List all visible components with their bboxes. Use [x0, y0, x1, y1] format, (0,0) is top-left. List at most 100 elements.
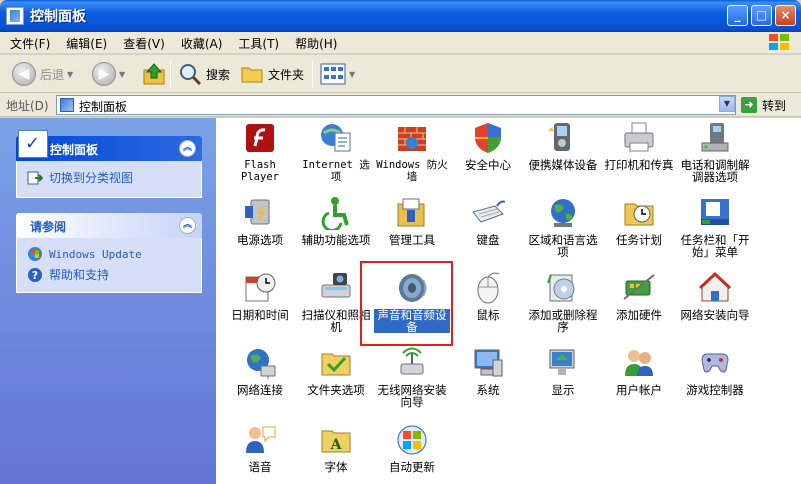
- power-icon: [243, 196, 277, 230]
- control-panel-item[interactable]: 用户帐户: [601, 346, 677, 396]
- menu-favorites[interactable]: 收藏(A): [171, 32, 229, 52]
- address-dropdown-icon[interactable]: ▼: [719, 96, 735, 112]
- control-panel-item[interactable]: Internet 选项: [298, 121, 374, 183]
- menu-view[interactable]: 查看(V): [113, 32, 171, 52]
- item-label: 键盘: [476, 233, 500, 247]
- folder-icon: [241, 67, 263, 83]
- back-dropdown-icon[interactable]: ▼: [67, 70, 73, 79]
- control-panel-item[interactable]: 游戏控制器: [677, 346, 753, 396]
- menu-edit[interactable]: 编辑(E): [56, 32, 113, 52]
- views-button[interactable]: ▼: [320, 60, 355, 88]
- phone-modem-icon: [698, 121, 732, 155]
- control-panel-item[interactable]: 安全中心: [450, 121, 526, 171]
- control-panel-item[interactable]: 添加或删除程序: [525, 271, 601, 333]
- item-label: 无线网络安装向导: [377, 383, 447, 409]
- mouse-icon: [471, 271, 505, 305]
- forward-dropdown-icon[interactable]: ▼: [119, 70, 125, 79]
- control-panel-item[interactable]: 打印机和传真: [601, 121, 677, 171]
- go-button[interactable]: ➜ 转到: [741, 96, 786, 114]
- svg-text:?: ?: [32, 269, 38, 282]
- menu-bar: 文件(F) 编辑(E) 查看(V) 收藏(A) 工具(T) 帮助(H): [0, 32, 801, 54]
- control-panel-item[interactable]: 任务计划: [601, 196, 677, 246]
- task-pane: 控制面板 ︽ 切换到分类视图 请参阅 ︽: [0, 118, 216, 484]
- control-panel-item[interactable]: 添加硬件: [601, 271, 677, 321]
- views-dropdown-icon[interactable]: ▼: [349, 70, 355, 79]
- accessibility-icon: [319, 196, 353, 232]
- control-panel-item[interactable]: 区域和语言选项: [525, 196, 601, 258]
- panel-title: 控制面板: [50, 143, 99, 157]
- search-label: 搜索: [206, 67, 231, 82]
- maximize-button[interactable]: □: [751, 5, 772, 26]
- control-panel-item[interactable]: 自动更新: [374, 423, 450, 473]
- collapse-icon[interactable]: ︽: [179, 140, 196, 157]
- item-label: 自动更新: [389, 460, 435, 474]
- control-panel-item[interactable]: 电源选项: [222, 196, 298, 246]
- add-hardware-icon: [622, 271, 656, 305]
- taskbar-icon: [698, 196, 732, 230]
- control-panel-item[interactable]: 键盘: [450, 196, 526, 246]
- speech-icon: [243, 423, 277, 457]
- control-panel-item[interactable]: 鼠标: [450, 271, 526, 321]
- panel-header[interactable]: 请参阅 ︽: [16, 213, 202, 238]
- clock-icon: [243, 271, 277, 305]
- collapse-icon[interactable]: ︽: [179, 217, 196, 234]
- item-label: 区域和语言选项: [528, 233, 598, 259]
- control-panel-item[interactable]: A 字体: [298, 423, 374, 473]
- item-label: 游戏控制器: [686, 383, 744, 397]
- panel-header[interactable]: 控制面板 ︽: [16, 130, 202, 161]
- control-panel-item[interactable]: Flash Player: [222, 121, 298, 183]
- control-panel-item[interactable]: 日期和时间: [222, 271, 298, 321]
- control-panel-item[interactable]: 电话和调制解调器选项: [677, 121, 753, 183]
- control-panel-item[interactable]: 网络连接: [222, 346, 298, 396]
- item-label: 便携媒体设备: [528, 158, 598, 172]
- minimize-button[interactable]: _: [727, 5, 748, 26]
- flash-icon: [243, 121, 277, 155]
- svg-text:A: A: [330, 437, 343, 453]
- keyboard-icon: [471, 196, 506, 230]
- add-remove-icon: [546, 271, 580, 305]
- control-panel-item[interactable]: 语音: [222, 423, 298, 473]
- item-label: 用户帐户: [616, 383, 662, 397]
- control-panel-item[interactable]: 便携媒体设备: [525, 121, 601, 171]
- control-panel-item[interactable]: 辅助功能选项: [298, 196, 374, 246]
- menu-help[interactable]: 帮助(H): [285, 32, 343, 52]
- control-panel-item[interactable]: 任务栏和「开始」菜单: [677, 196, 753, 258]
- item-label: 电源选项: [237, 233, 283, 247]
- control-panel-item[interactable]: Windows 防火墙: [374, 121, 450, 183]
- panel-title: 请参阅: [30, 220, 67, 234]
- control-panel-item[interactable]: 网络安装向导: [677, 271, 753, 321]
- scanner-icon: [319, 271, 353, 305]
- windows-update-link[interactable]: Windows Update: [27, 246, 191, 262]
- menu-tools[interactable]: 工具(T): [228, 32, 285, 52]
- printer-icon: [622, 121, 656, 155]
- search-button[interactable]: 搜索: [178, 60, 230, 88]
- control-panel-item[interactable]: 显示: [525, 346, 601, 396]
- control-panel-item[interactable]: 系统: [450, 346, 526, 396]
- control-panel-item[interactable]: 文件夹选项: [298, 346, 374, 396]
- firewall-icon: [395, 121, 429, 155]
- menu-file[interactable]: 文件(F): [0, 32, 56, 52]
- close-button[interactable]: ×: [775, 5, 796, 26]
- toolbar: ◀ 后退 ▼ ▶ ▼ 搜索 文件夹 ▼: [0, 55, 801, 93]
- media-device-icon: [546, 121, 580, 155]
- address-input[interactable]: 控制面板: [56, 95, 736, 115]
- control-panel-icon: [6, 7, 24, 25]
- internet-options-icon: [319, 121, 353, 155]
- help-support-link[interactable]: ? 帮助和支持: [27, 266, 191, 283]
- windows-update-icon: [395, 423, 429, 457]
- switch-category-view-link[interactable]: 切换到分类视图: [27, 169, 191, 186]
- help-icon: ?: [28, 267, 42, 282]
- gamepad-icon: [698, 346, 732, 380]
- item-label: 网络连接: [237, 383, 283, 397]
- annotation-highlight-box: [360, 261, 453, 346]
- control-panel-item[interactable]: 管理工具: [374, 196, 450, 246]
- back-button[interactable]: ◀ 后退 ▼: [12, 60, 73, 88]
- up-button[interactable]: [142, 60, 166, 88]
- address-value: 控制面板: [79, 100, 128, 114]
- forward-button[interactable]: ▶ ▼: [92, 60, 125, 88]
- control-panel-item[interactable]: 无线网络安装向导: [374, 346, 450, 408]
- folders-button[interactable]: 文件夹: [240, 60, 304, 88]
- wireless-icon: [395, 346, 429, 380]
- item-label: 打印机和传真: [604, 158, 674, 172]
- item-label: 鼠标: [476, 308, 500, 322]
